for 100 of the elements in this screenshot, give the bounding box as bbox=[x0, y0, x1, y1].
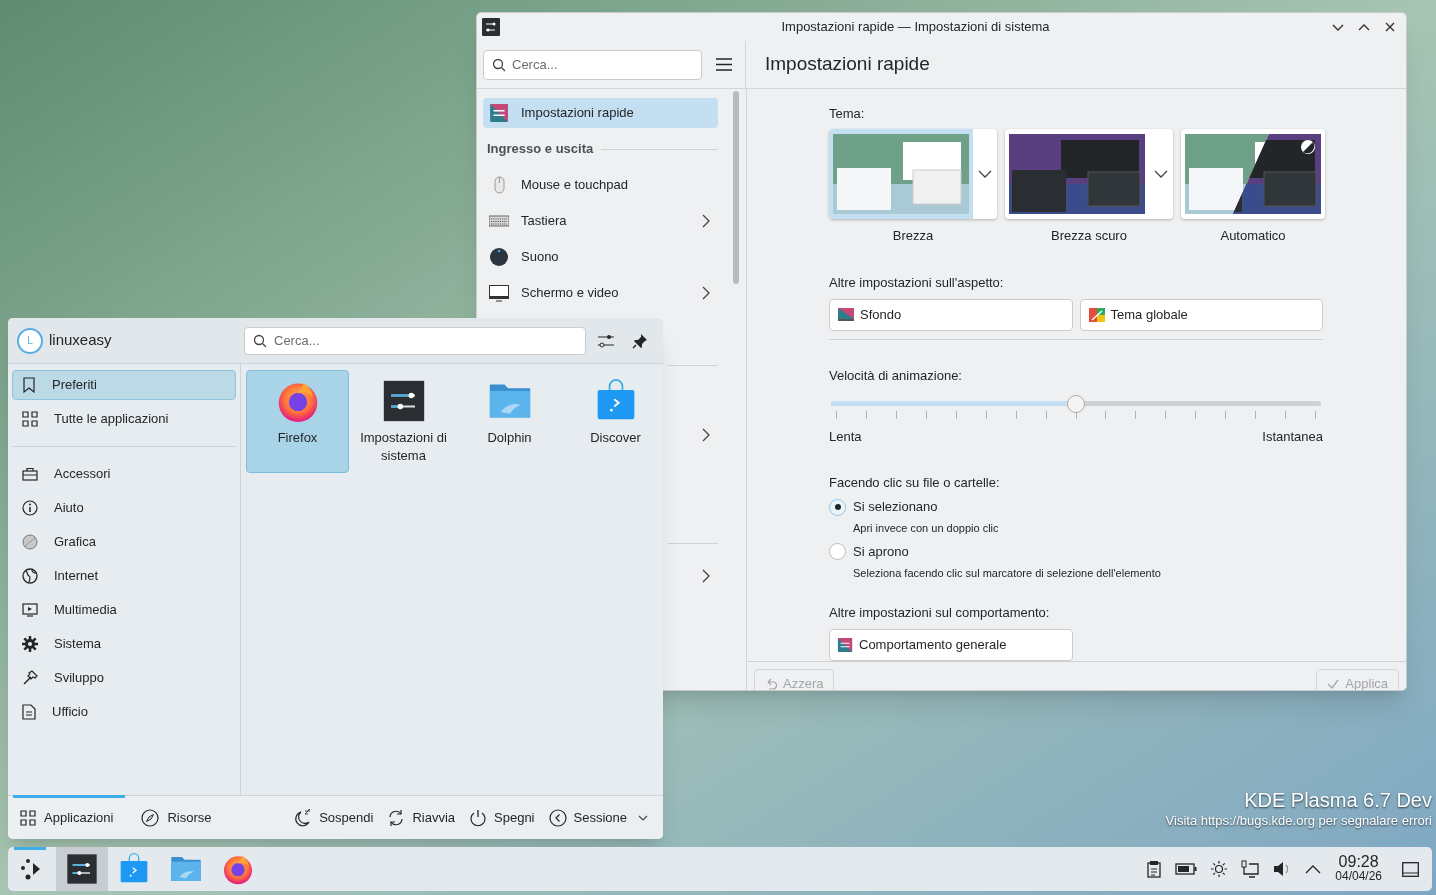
search-icon bbox=[253, 333, 267, 348]
clock-date[interactable]: 04/04/26 bbox=[1335, 869, 1382, 884]
scrollbar[interactable] bbox=[733, 91, 739, 284]
monitor-icon bbox=[22, 602, 38, 618]
user-name: linuxeasy bbox=[49, 330, 112, 351]
category-item[interactable]: Multimedia bbox=[12, 595, 236, 625]
search-field[interactable]: Cerca... bbox=[244, 326, 586, 355]
category-item[interactable]: Aiuto bbox=[12, 493, 236, 523]
desktop-notice-title: KDE Plasma 6.7 Dev bbox=[1244, 788, 1432, 812]
theme-card[interactable] bbox=[1005, 128, 1173, 219]
category-item[interactable]: Accessori bbox=[12, 459, 236, 489]
monitor-icon bbox=[489, 283, 509, 303]
power-action-button[interactable]: Riavvia bbox=[382, 802, 461, 833]
settings-link-button[interactable]: Comportamento generale bbox=[829, 628, 1073, 661]
compass-icon bbox=[141, 808, 160, 827]
show-desktop-button[interactable] bbox=[1400, 859, 1420, 879]
menu-icon bbox=[715, 58, 732, 71]
settings-icon bbox=[22, 636, 38, 652]
chevron-down-icon bbox=[638, 814, 648, 821]
pin-icon bbox=[632, 332, 648, 349]
category-item[interactable]: Internet bbox=[12, 561, 236, 591]
section-header: Ingresso e uscita bbox=[487, 140, 594, 159]
close-icon bbox=[1385, 22, 1395, 32]
toolbox-icon bbox=[22, 467, 38, 481]
settings-app-icon bbox=[489, 103, 509, 123]
app-tile[interactable]: Firefox bbox=[246, 370, 349, 473]
radio-label[interactable]: Si selezionano bbox=[853, 497, 938, 517]
chevron-right-icon bbox=[702, 286, 710, 300]
app-tile[interactable]: Discover bbox=[564, 370, 663, 473]
sidebar-item[interactable]: Suono bbox=[483, 239, 718, 275]
undo-icon bbox=[765, 678, 777, 690]
info-icon bbox=[22, 500, 38, 516]
sidebar-item[interactable]: Mouse e touchpad bbox=[483, 167, 718, 203]
contrast-icon bbox=[1301, 139, 1315, 154]
close-button[interactable] bbox=[1383, 20, 1397, 34]
desktop-notice-text: Visita https://bugs.kde.org per segnalare errori bbox=[1165, 812, 1432, 830]
circle-icon bbox=[22, 534, 38, 550]
globe-icon bbox=[22, 568, 38, 584]
radio-hint: Apri invece con un doppio clic bbox=[853, 521, 1000, 536]
theme-name: Automatico bbox=[1220, 226, 1286, 245]
animation-slider[interactable] bbox=[829, 395, 1323, 413]
field-label: Altre impostazioni sul comportamento: bbox=[829, 604, 1051, 622]
grid-icon bbox=[20, 809, 36, 826]
browser-icon bbox=[222, 853, 254, 885]
power-icon bbox=[469, 808, 488, 827]
clipboard-icon bbox=[1147, 860, 1162, 878]
field-label: Tema: bbox=[829, 105, 866, 123]
sidebar-item[interactable]: Schermo e video bbox=[483, 275, 718, 311]
field-label: Altre impostazioni sull'aspetto: bbox=[829, 274, 1005, 292]
app-tile[interactable]: Impostazioni di sistema bbox=[352, 370, 455, 473]
network-icon bbox=[1241, 860, 1260, 878]
window-title: Impostazioni rapide — Impostazioni di sistema bbox=[781, 18, 1050, 37]
sidebar-item[interactable]: Impostazioni rapide bbox=[483, 98, 718, 128]
radio-label[interactable]: Si aprono bbox=[853, 541, 909, 562]
power-action-button[interactable]: Sospendi bbox=[289, 802, 379, 833]
category-item[interactable]: Sviluppo bbox=[12, 663, 236, 693]
field-label: Facendo clic su file o cartelle: bbox=[829, 473, 1001, 492]
clock-time[interactable]: 09:28 bbox=[1338, 854, 1379, 869]
field-label: Velocità di animazione: bbox=[829, 366, 963, 385]
theme-name: Brezza scuro bbox=[1051, 226, 1127, 245]
tab[interactable]: Applicazioni bbox=[8, 796, 126, 839]
search-icon bbox=[492, 57, 506, 72]
monitor-icon bbox=[838, 307, 854, 322]
refresh-icon bbox=[387, 808, 406, 827]
category-item[interactable]: Ufficio bbox=[12, 697, 236, 727]
chevron-down-icon bbox=[1332, 23, 1344, 31]
category-item[interactable]: Tutte le applicazioni bbox=[12, 404, 236, 434]
tab[interactable]: Risorse bbox=[129, 796, 224, 839]
category-item[interactable]: Sistema bbox=[12, 629, 236, 659]
task-button[interactable] bbox=[56, 847, 108, 891]
sidebar-item[interactable]: Tastiera bbox=[483, 203, 718, 239]
checkmark-icon bbox=[1327, 679, 1340, 689]
settings-link-button[interactable]: Tema globale bbox=[1079, 298, 1323, 331]
battery-icon bbox=[1175, 863, 1198, 875]
theme-card[interactable] bbox=[1181, 128, 1325, 219]
chevron-up-icon bbox=[1358, 23, 1370, 31]
rectangle-icon bbox=[1401, 861, 1419, 877]
sliders-icon bbox=[597, 332, 615, 349]
settings-app-icon bbox=[837, 636, 853, 653]
settings-link-button[interactable]: Sfondo bbox=[829, 298, 1073, 331]
category-item[interactable]: Preferiti bbox=[12, 370, 236, 400]
chevron-down-icon bbox=[978, 169, 992, 178]
slider-thumb[interactable] bbox=[1067, 395, 1085, 413]
theme-name: Brezza bbox=[892, 226, 934, 245]
app-tile[interactable]: Dolphin bbox=[458, 370, 561, 473]
settings-app-icon bbox=[66, 853, 98, 885]
radio-hint: Seleziona facendo clic sul marcatore di selezione dell'elemento bbox=[853, 565, 1162, 581]
slider-min-label: Lenta bbox=[829, 428, 862, 446]
settings-app-icon bbox=[482, 18, 500, 36]
power-action-button[interactable]: Sessione bbox=[543, 802, 653, 833]
search-field[interactable]: Cerca... bbox=[483, 49, 702, 80]
power-action-button[interactable]: Spegni bbox=[464, 802, 540, 833]
shopping-bag-icon bbox=[118, 853, 150, 885]
radio-button[interactable] bbox=[829, 498, 846, 516]
radio-button[interactable] bbox=[829, 543, 846, 560]
grid-icon bbox=[22, 411, 38, 427]
category-item[interactable]: Grafica bbox=[12, 527, 236, 557]
chevron-right-icon bbox=[702, 569, 710, 583]
chevron-left-circle-icon bbox=[548, 808, 567, 827]
page-title: Impostazioni rapide bbox=[765, 52, 930, 77]
